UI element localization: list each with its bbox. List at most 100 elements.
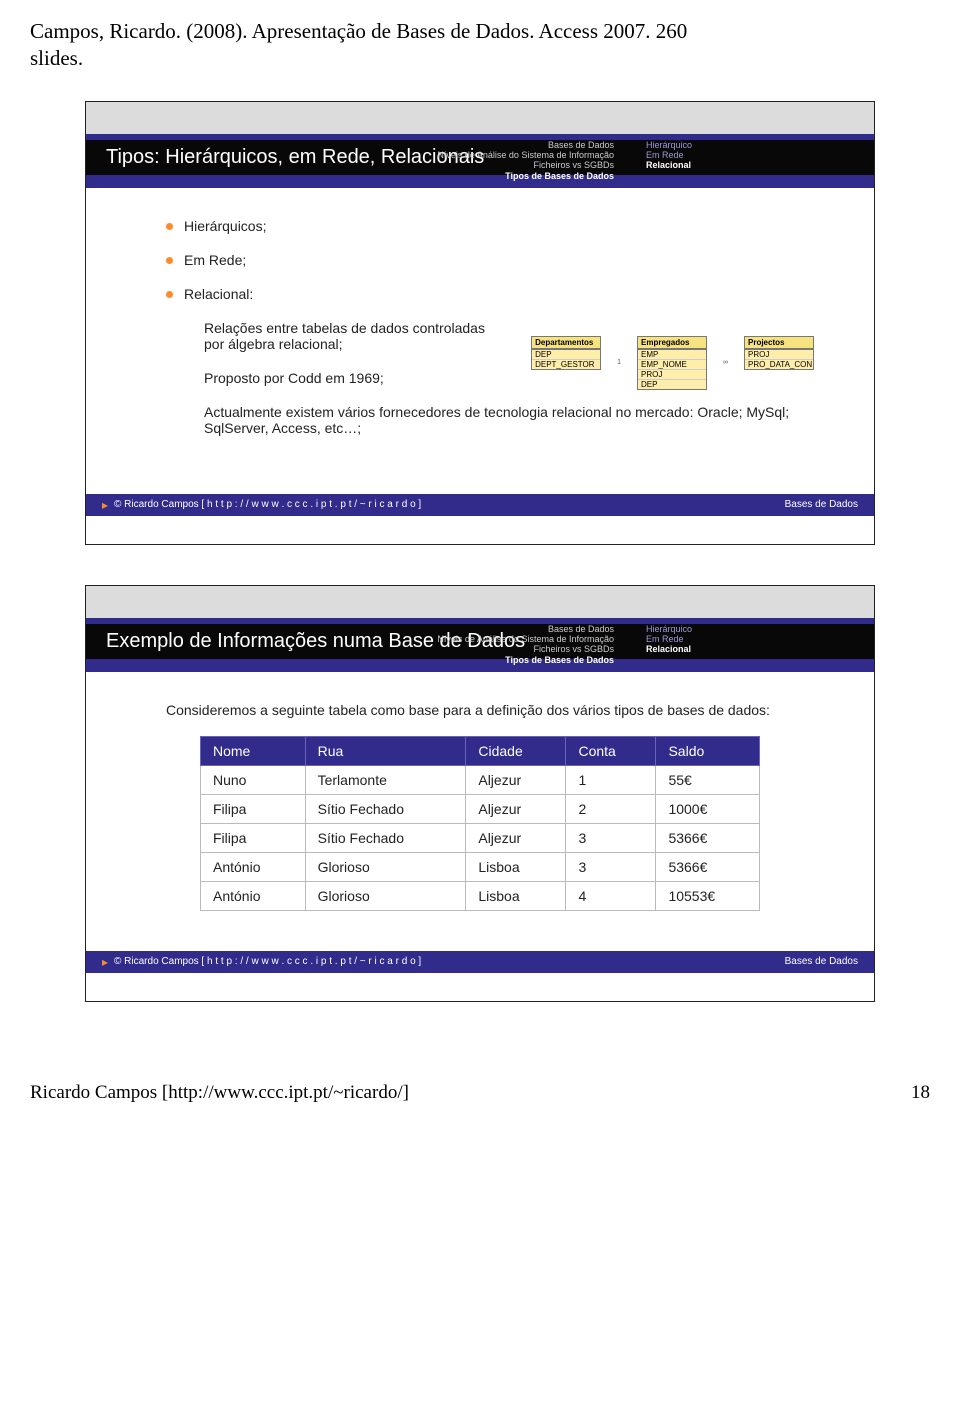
crumb-item: Hierárquico (646, 140, 846, 150)
crumb-item: Níveis de Análise do Sistema de Informaç… (354, 634, 614, 644)
table-cell: Nuno (201, 765, 306, 794)
crumb-item: Ficheiros vs SGBDs (354, 644, 614, 654)
erd-row: PROJ (745, 349, 813, 359)
slide-header-bar: Bases de Dados Níveis de Análise do Sist… (86, 134, 874, 188)
table-cell: 5366€ (656, 823, 760, 852)
table-row: NunoTerlamonteAljezur155€ (201, 765, 760, 794)
slide-2: Bases de Dados Níveis de Análise do Sist… (85, 585, 875, 1002)
erd-cardinality: 1 (617, 359, 621, 366)
intro-text: Consideremos a seguinte tabela como base… (166, 702, 794, 718)
col-conta: Conta (566, 736, 656, 765)
col-cidade: Cidade (466, 736, 566, 765)
col-nome: Nome (201, 736, 306, 765)
breadcrumb-right: Hierárquico Em Rede Relacional (646, 140, 846, 171)
page-number: 18 (911, 1082, 930, 1104)
table-cell: 3 (566, 823, 656, 852)
table-cell: Lisboa (466, 881, 566, 910)
table-cell: 2 (566, 794, 656, 823)
table-header-row: Nome Rua Cidade Conta Saldo (201, 736, 760, 765)
erd-table-departamentos: Departamentos DEP DEPT_GESTOR (531, 336, 601, 370)
col-saldo: Saldo (656, 736, 760, 765)
table-row: FilipaSítio FechadoAljezur21000€ (201, 794, 760, 823)
col-rua: Rua (305, 736, 466, 765)
erd-table-projectos: Projectos PROJ PRO_DATA_CON (744, 336, 814, 370)
slide-body: Consideremos a seguinte tabela como base… (86, 672, 874, 921)
crumb-item: Hierárquico (646, 624, 846, 634)
chevron-icon: ▸ (102, 955, 108, 969)
footer-copyright: © Ricardo Campos [ h t t p : / / w w w .… (114, 956, 421, 967)
erd-row: PRO_DATA_CON (745, 359, 813, 369)
citation-line-2: slides. (30, 45, 930, 72)
bullet-item: Em Rede; (166, 252, 794, 268)
erd-row: DEP (638, 379, 706, 389)
slide-gray-bar (86, 586, 874, 618)
crumb-item-active: Tipos de Bases de Dados (354, 655, 614, 665)
table-cell: António (201, 852, 306, 881)
table-cell: Lisboa (466, 852, 566, 881)
crumb-item: Níveis de Análise do Sistema de Informaç… (354, 150, 614, 160)
slide-body: Hierárquicos; Em Rede; Relacional: Relaç… (86, 188, 874, 464)
bullet-item: Relacional: (166, 286, 794, 302)
slide-1: Bases de Dados Níveis de Análise do Sist… (85, 101, 875, 545)
breadcrumb-left: Bases de Dados Níveis de Análise do Sist… (354, 624, 614, 665)
table-cell: 55€ (656, 765, 760, 794)
crumb-item: Ficheiros vs SGBDs (354, 160, 614, 170)
table-row: FilipaSítio FechadoAljezur35366€ (201, 823, 760, 852)
erd-head: Projectos (745, 337, 813, 349)
table-cell: Aljezur (466, 765, 566, 794)
table-cell: Sítio Fechado (305, 794, 466, 823)
slide-header-bar: Bases de Dados Níveis de Análise do Sist… (86, 618, 874, 672)
page-footer: Ricardo Campos [http://www.ccc.ipt.pt/~r… (0, 1042, 960, 1134)
table-row: AntónioGloriosoLisboa410553€ (201, 881, 760, 910)
sub-text: Relações entre tabelas de dados controla… (204, 320, 504, 352)
erd-row: EMP_NOME (638, 359, 706, 369)
erd-connector: 1 (615, 359, 623, 366)
crumb-item: Bases de Dados (354, 624, 614, 634)
table-cell: 1 (566, 765, 656, 794)
erd-row: EMP (638, 349, 706, 359)
table-cell: Glorioso (305, 852, 466, 881)
slide-footer: ▸ © Ricardo Campos [ h t t p : / / w w w… (86, 951, 874, 973)
footer-right: Bases de Dados (785, 956, 858, 967)
footer-reference: Ricardo Campos [http://www.ccc.ipt.pt/~r… (30, 1082, 409, 1104)
erd-head: Departamentos (532, 337, 600, 349)
breadcrumb-right: Hierárquico Em Rede Relacional (646, 624, 846, 655)
erd-row: DEPT_GESTOR (532, 359, 600, 369)
table-cell: Sítio Fechado (305, 823, 466, 852)
example-table: Nome Rua Cidade Conta Saldo NunoTerlamon… (200, 736, 760, 911)
erd-row: DEP (532, 349, 600, 359)
erd-head: Empregados (638, 337, 706, 349)
table-cell: 3 (566, 852, 656, 881)
table-cell: Filipa (201, 794, 306, 823)
crumb-item: Bases de Dados (354, 140, 614, 150)
crumb-item-active: Relacional (646, 160, 846, 170)
crumb-item: Em Rede (646, 634, 846, 644)
erd-diagram: Departamentos DEP DEPT_GESTOR 1 Empregad… (534, 336, 814, 390)
sub-text: Actualmente existem vários fornecedores … (204, 404, 794, 436)
table-cell: 4 (566, 881, 656, 910)
erd-connector: ∞ (721, 359, 730, 366)
table-cell: Aljezur (466, 823, 566, 852)
slide-footer: ▸ © Ricardo Campos [ h t t p : / / w w w… (86, 494, 874, 516)
table-cell: 10553€ (656, 881, 760, 910)
table-row: AntónioGloriosoLisboa35366€ (201, 852, 760, 881)
crumb-item-active: Relacional (646, 644, 846, 654)
footer-right: Bases de Dados (785, 499, 858, 510)
bullet-list: Hierárquicos; Em Rede; Relacional: (166, 218, 794, 302)
erd-row: PROJ (638, 369, 706, 379)
erd-table-empregados: Empregados EMP EMP_NOME PROJ DEP (637, 336, 707, 390)
breadcrumb-left: Bases de Dados Níveis de Análise do Sist… (354, 140, 614, 181)
table-cell: Aljezur (466, 794, 566, 823)
table-cell: 1000€ (656, 794, 760, 823)
table-cell: Glorioso (305, 881, 466, 910)
table-cell: 5366€ (656, 852, 760, 881)
bullet-item: Hierárquicos; (166, 218, 794, 234)
table-cell: Terlamonte (305, 765, 466, 794)
citation-line-1: Campos, Ricardo. (2008). Apresentação de… (30, 18, 930, 45)
document-citation: Campos, Ricardo. (2008). Apresentação de… (0, 0, 960, 81)
table-cell: Filipa (201, 823, 306, 852)
crumb-item: Em Rede (646, 150, 846, 160)
slide-gray-bar (86, 102, 874, 134)
erd-cardinality: ∞ (723, 359, 728, 366)
table-cell: António (201, 881, 306, 910)
